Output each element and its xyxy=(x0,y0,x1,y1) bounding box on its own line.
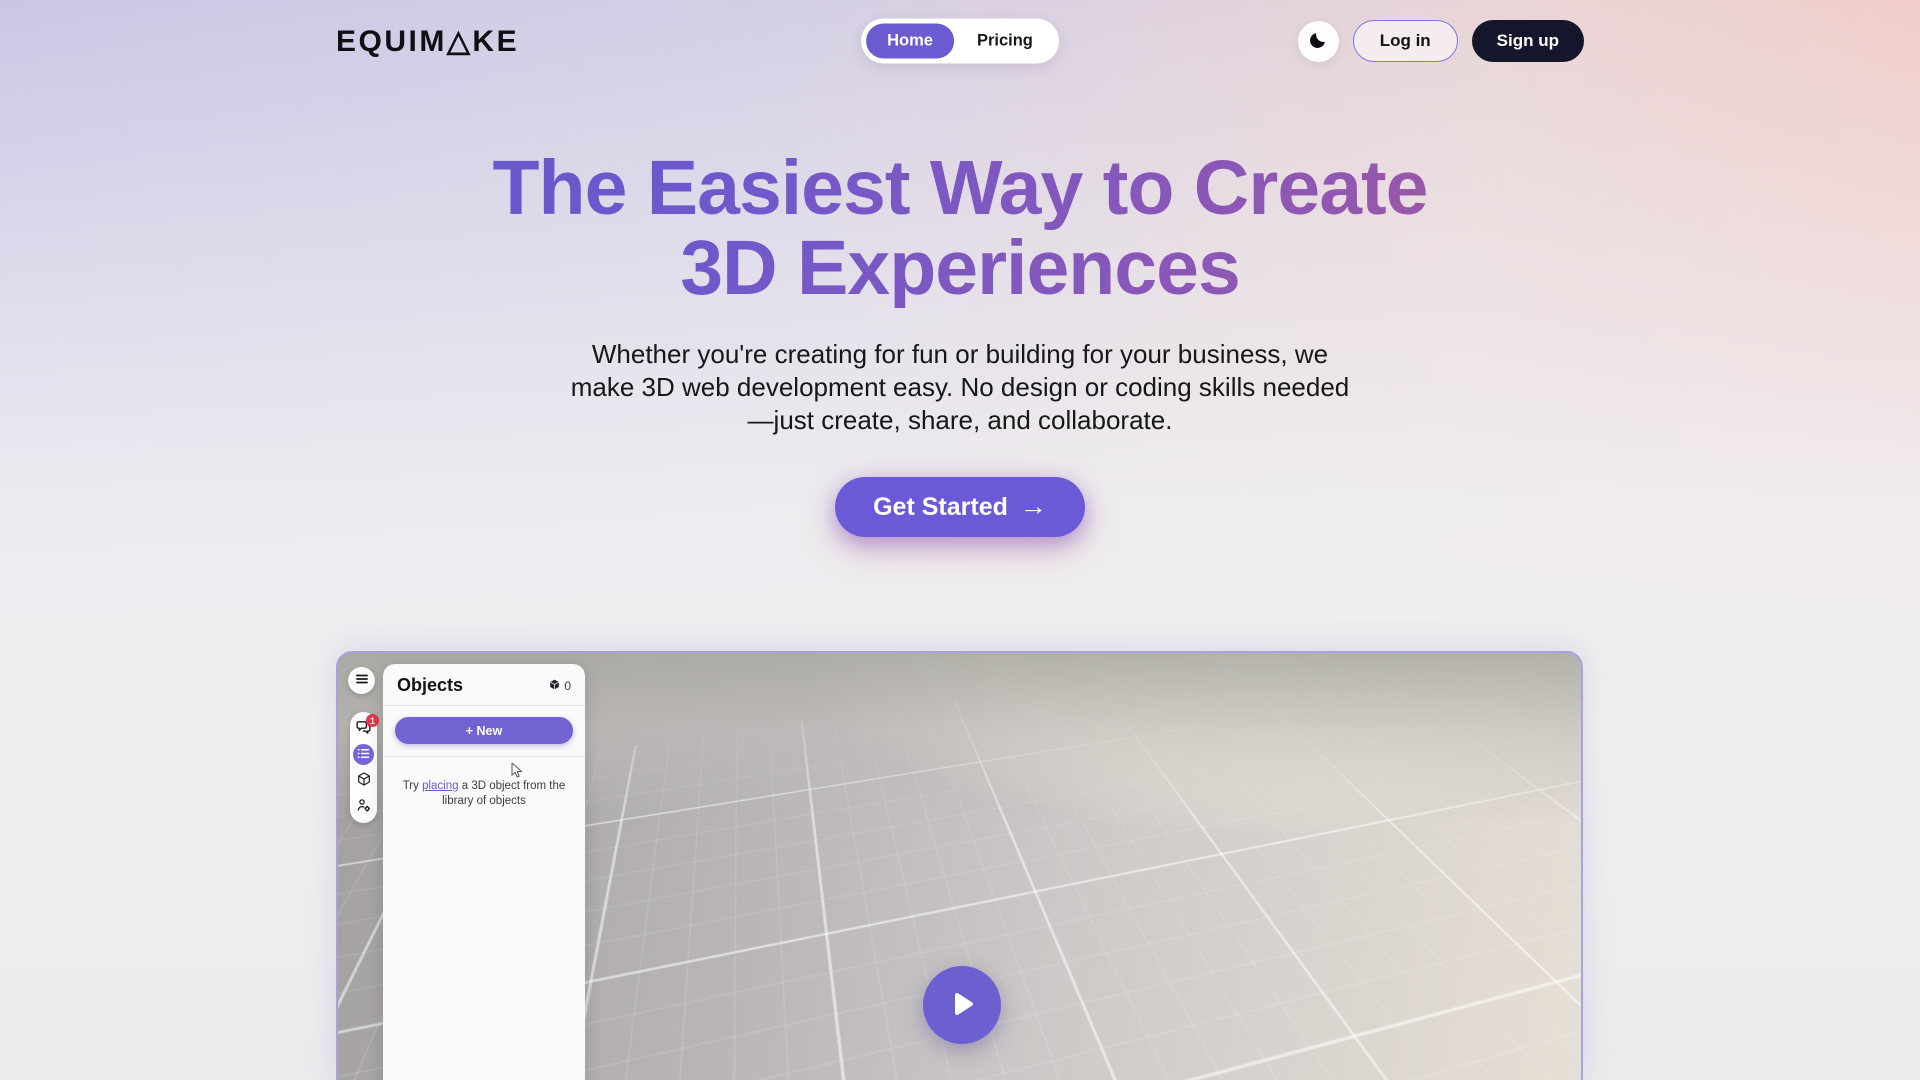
objects-count: 0 xyxy=(548,678,571,694)
menu-button[interactable] xyxy=(348,667,375,694)
panel-divider xyxy=(383,756,585,757)
hero-subtitle: Whether you're creating for fun or build… xyxy=(570,338,1350,437)
notification-badge: 1 xyxy=(366,714,379,727)
panel-divider xyxy=(383,705,585,706)
list-icon xyxy=(357,747,370,763)
new-object-button[interactable]: + New xyxy=(395,717,573,744)
header: EQUIM△KE Home Pricing Log in Sign up xyxy=(0,0,1920,82)
mouse-cursor-icon xyxy=(511,763,524,784)
tool-sidebar: 1 xyxy=(350,712,377,823)
arrow-right-icon: → xyxy=(1020,491,1047,522)
logo: EQUIM△KE xyxy=(336,24,519,59)
objects-count-value: 0 xyxy=(564,679,571,693)
page-title: The Easiest Way to Create 3D Experiences xyxy=(0,148,1920,308)
play-button[interactable] xyxy=(923,966,1001,1044)
placing-link[interactable]: placing xyxy=(422,780,458,792)
cube-count-icon xyxy=(548,678,561,694)
login-button[interactable]: Log in xyxy=(1353,20,1458,62)
play-icon xyxy=(946,988,978,1023)
hamburger-icon xyxy=(355,672,369,689)
signup-button[interactable]: Sign up xyxy=(1472,20,1584,62)
user-settings-button[interactable] xyxy=(353,796,374,817)
theme-toggle-button[interactable] xyxy=(1298,21,1339,62)
cta-label: Get Started xyxy=(873,493,1008,522)
main-nav: Home Pricing xyxy=(861,19,1059,64)
title-line-2: 3D Experiences xyxy=(680,225,1240,311)
nav-tab-pricing[interactable]: Pricing xyxy=(956,24,1054,59)
title-line-1: The Easiest Way to Create xyxy=(493,145,1428,231)
app-preview-frame: 1 Objects 0 + xyxy=(336,651,1583,1080)
get-started-button[interactable]: Get Started → xyxy=(835,477,1085,537)
objects-panel-title: Objects xyxy=(397,675,463,696)
objects-list-button[interactable] xyxy=(353,744,374,765)
cube-icon xyxy=(356,771,372,790)
user-settings-icon xyxy=(356,797,372,816)
hero-section: The Easiest Way to Create 3D Experiences… xyxy=(0,148,1920,537)
chat-button[interactable]: 1 xyxy=(353,718,374,739)
library-button[interactable] xyxy=(353,770,374,791)
empty-state-hint: Try placing a 3D object from the library… xyxy=(397,779,571,809)
moon-icon xyxy=(1308,30,1328,53)
objects-panel: Objects 0 + New Try placing a 3D object … xyxy=(383,664,585,1080)
nav-tab-home[interactable]: Home xyxy=(866,24,954,59)
